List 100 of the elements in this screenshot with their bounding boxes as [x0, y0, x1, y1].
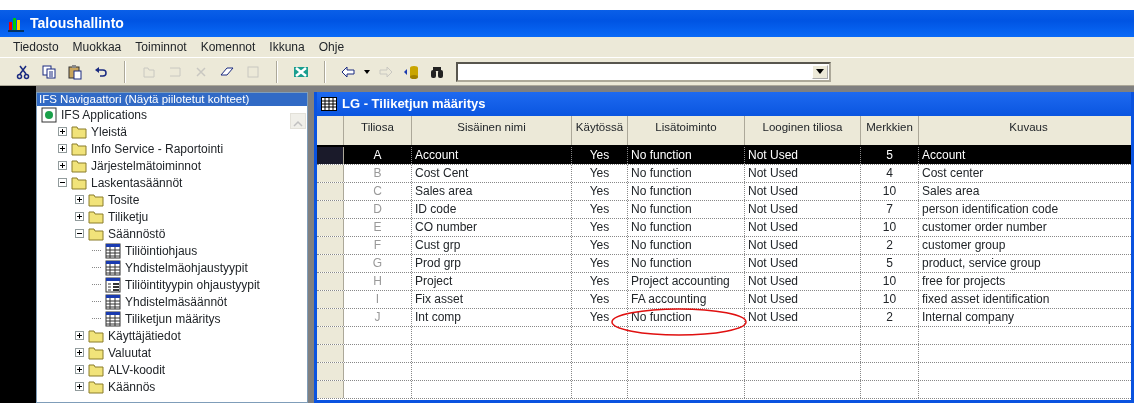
tree-item[interactable]: Järjestelmätoiminnot — [91, 156, 202, 175]
expand-icon[interactable] — [75, 348, 84, 357]
menu-item[interactable]: Muokkaa — [65, 37, 129, 57]
table-cell: Yes — [572, 165, 628, 182]
tree-item[interactable]: Valuutat — [108, 343, 152, 362]
folder-icon — [88, 327, 104, 344]
menu-item[interactable]: Toiminnot — [128, 37, 194, 57]
table-cell: No function — [628, 165, 745, 182]
tree-item[interactable]: Yhdistelmäsäännöt — [125, 292, 228, 311]
table-cell: CO number — [412, 219, 572, 236]
menu-item[interactable]: Ohje — [311, 37, 352, 57]
table-cell: G — [344, 255, 412, 272]
expand-icon[interactable] — [75, 331, 84, 340]
window-title: Taloushallinto — [30, 14, 124, 33]
tree-item[interactable]: Yhdistelmäohjaustyypit — [125, 258, 248, 277]
tree-item[interactable]: Yleistä — [91, 122, 128, 141]
tree-item[interactable]: Tiliketjun määritys — [125, 309, 221, 328]
menu-item[interactable]: Tiedosto — [6, 37, 66, 57]
expand-icon[interactable] — [58, 144, 67, 153]
column-header[interactable]: Kuvaus — [919, 116, 1131, 145]
collapse-icon[interactable] — [58, 178, 67, 187]
table-cell: Not Used — [745, 219, 861, 236]
collapse-icon[interactable] — [75, 229, 84, 238]
table-cell: C — [344, 183, 412, 200]
menu-item[interactable]: Ikkuna — [262, 37, 312, 57]
table-icon — [105, 293, 121, 310]
table-cell: free for projects — [919, 273, 1131, 290]
application-icon — [41, 106, 57, 123]
tree-item[interactable]: Käännös — [108, 377, 156, 396]
table-cell: ID code — [412, 201, 572, 218]
table-cell: No function — [628, 309, 745, 326]
tree-item[interactable]: Tiliöintityypin ohjaustyypit — [125, 275, 260, 294]
caret-icon[interactable] — [364, 69, 370, 74]
tree-item[interactable]: Säännöstö — [108, 224, 166, 243]
tree-item[interactable]: Käyttäjätiedot — [108, 326, 181, 345]
table-cell: Yes — [572, 183, 628, 200]
table-cell: Yes — [572, 255, 628, 272]
column-header[interactable]: Käytössä — [572, 116, 628, 145]
table-cell: D — [344, 201, 412, 218]
table-cell: B — [344, 165, 412, 182]
table-cell: fixed asset identification — [919, 291, 1131, 308]
expand-icon[interactable] — [58, 161, 67, 170]
tree-item[interactable]: Tiliketju — [108, 207, 149, 226]
folder-icon — [71, 157, 87, 174]
table-cell: Yes — [572, 309, 628, 326]
table-cell: Not Used — [745, 273, 861, 290]
column-header[interactable]: Merkkien — [861, 116, 919, 145]
table-cell: 4 — [861, 165, 919, 182]
table-icon — [105, 310, 121, 327]
expand-icon[interactable] — [58, 127, 67, 136]
table-cell: Sales area — [919, 183, 1131, 200]
table-cell: No function — [628, 183, 745, 200]
table-cell: 2 — [861, 237, 919, 254]
tree-item[interactable]: Tiliöintiohjaus — [125, 241, 198, 260]
folder-icon — [88, 225, 104, 242]
table-cell: No function — [628, 219, 745, 236]
table-cell: Project — [412, 273, 572, 290]
table-cell: Not Used — [745, 309, 861, 326]
table-cell: Not Used — [745, 201, 861, 218]
table-cell: 10 — [861, 273, 919, 290]
row-header[interactable] — [317, 147, 344, 164]
folder-icon — [71, 123, 87, 140]
table-cell: J — [344, 309, 412, 326]
table-cell: Not Used — [745, 183, 861, 200]
dropdown-arrow-icon — [816, 69, 824, 74]
dropdown-button[interactable] — [812, 64, 828, 79]
table-cell: Not Used — [745, 237, 861, 254]
column-header[interactable]: Sisäinen nimi — [412, 116, 572, 145]
table-cell: Account — [412, 147, 572, 164]
table-cell: Project accounting — [628, 273, 745, 290]
tree-item[interactable]: Tosite — [108, 190, 140, 209]
column-header[interactable]: Looginen tiliosa — [745, 116, 861, 145]
table-cell: Yes — [572, 273, 628, 290]
tree-item[interactable]: Laskentasäännöt — [91, 173, 183, 192]
folder-icon — [88, 378, 104, 395]
menu-item[interactable]: Komennot — [193, 37, 263, 57]
column-header[interactable]: Lisätoiminto — [628, 116, 745, 145]
expand-icon[interactable] — [75, 365, 84, 374]
table-cell: A — [344, 147, 412, 164]
table-icon — [105, 242, 121, 259]
table-cell: 5 — [861, 255, 919, 272]
table-cell: Cost Cent — [412, 165, 572, 182]
table-icon — [105, 259, 121, 276]
tree-item[interactable]: ALV-koodit — [108, 360, 166, 379]
tree-item[interactable]: IFS Applications — [61, 105, 148, 124]
tree-item[interactable]: Info Service - Raportointi — [91, 139, 224, 158]
column-header[interactable]: Tiliosa — [344, 116, 412, 145]
expand-icon[interactable] — [75, 212, 84, 221]
folder-icon — [88, 344, 104, 361]
table-cell: F — [344, 237, 412, 254]
folder-icon — [88, 208, 104, 225]
folder-icon — [71, 174, 87, 191]
expand-icon[interactable] — [75, 195, 84, 204]
table-cell: I — [344, 291, 412, 308]
table-cell: Int comp — [412, 309, 572, 326]
expand-icon[interactable] — [75, 382, 84, 391]
table-cell: Not Used — [745, 147, 861, 164]
table-cell: Yes — [572, 219, 628, 236]
table-cell: Yes — [572, 201, 628, 218]
combo-field[interactable] — [456, 61, 831, 82]
